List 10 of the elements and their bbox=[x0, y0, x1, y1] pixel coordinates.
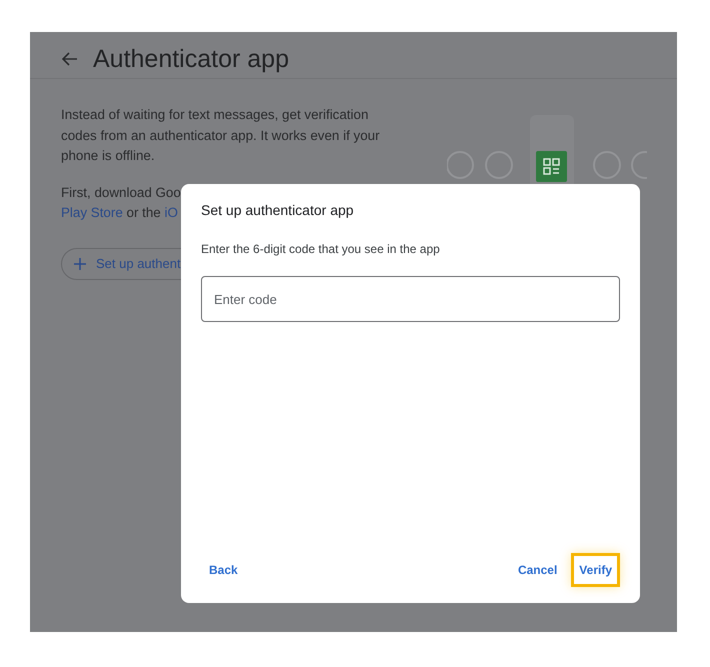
download-text: First, download Goo bbox=[61, 184, 182, 202]
code-input-field[interactable]: Enter code bbox=[201, 276, 620, 322]
intro-paragraph: Instead of waiting for text messages, get verification codes from an authenticator app. It works even if your phone is offline. bbox=[61, 106, 381, 165]
back-arrow-icon[interactable] bbox=[62, 52, 78, 66]
dialog-title: Set up authenticator app bbox=[201, 202, 355, 218]
instruction-text: Enter the 6-digit code that you see in the app bbox=[201, 242, 441, 256]
page-title: Authenticator app bbox=[93, 44, 289, 74]
store-text: or the bbox=[126, 205, 162, 220]
verify-button[interactable]: Verify bbox=[571, 553, 620, 587]
plus-icon bbox=[74, 258, 86, 270]
